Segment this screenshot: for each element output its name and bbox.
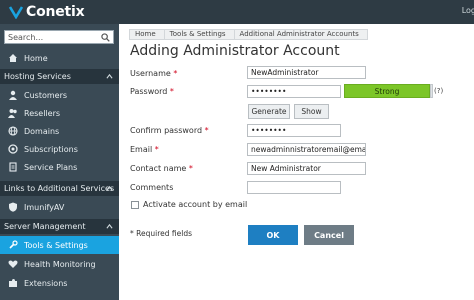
sidebar-item-label: ImunifyAV (24, 202, 65, 212)
subscription-icon (8, 144, 18, 154)
generate-button[interactable]: Generate (248, 104, 290, 119)
sidebar-item-domains[interactable]: Domains (0, 122, 119, 140)
sidebar-item-label: Customers (24, 90, 68, 100)
chevron-up-icon (106, 73, 113, 80)
section-label: Server Management (4, 222, 86, 231)
section-label: Links to Additional Services (4, 184, 115, 193)
sidebar-item-label: Home (24, 53, 48, 63)
shield-icon (8, 202, 18, 212)
comments-field[interactable] (247, 181, 341, 194)
sidebar-section-server-management[interactable]: Server Management (0, 219, 119, 234)
label-text: Contact name (130, 164, 187, 173)
password-label: Password * (130, 87, 174, 96)
contact-name-field[interactable]: New Administrator (247, 162, 366, 175)
activate-by-email-label[interactable]: Activate account by email (143, 200, 247, 209)
password-strength-meter: Strong (344, 84, 430, 98)
breadcrumb-item-current: Additional Administrator Accounts (233, 28, 368, 40)
required-fields-note: * Required fields (130, 229, 192, 238)
chevron-up-icon (106, 185, 113, 192)
required-star: * (169, 87, 174, 96)
email-field[interactable]: newadminnistratoremail@email.c (247, 143, 366, 156)
sidebar-item-label: Service Plans (24, 162, 78, 172)
cancel-button[interactable]: Cancel (304, 225, 354, 245)
label-text: Confirm password (130, 126, 203, 135)
globe-icon (8, 126, 18, 136)
strength-bar-remainder (430, 84, 433, 98)
user-icon (8, 90, 18, 100)
home-icon (8, 53, 18, 63)
brand-name: Conetix (26, 4, 85, 20)
required-star: * (204, 126, 209, 135)
sidebar-item-label: Health Monitoring (24, 259, 96, 269)
required-star: * (173, 69, 178, 78)
page-title: Adding Administrator Account (130, 43, 340, 59)
search-input[interactable] (8, 32, 100, 42)
sidebar-section-hosting-services[interactable]: Hosting Services (0, 69, 119, 84)
breadcrumb: Home Tools & Settings Additional Adminis… (129, 28, 368, 40)
sidebar-item-service-plans[interactable]: Service Plans (0, 158, 119, 176)
confirm-password-field[interactable]: •••••••• (247, 124, 341, 137)
contact-name-label: Contact name * (130, 164, 193, 173)
tools-icon (8, 240, 18, 250)
breadcrumb-item-home[interactable]: Home (129, 28, 165, 40)
show-button[interactable]: Show (294, 104, 329, 119)
required-star: * (188, 164, 193, 173)
sidebar-item-extensions[interactable]: Extensions (0, 274, 119, 292)
reseller-icon (8, 108, 18, 118)
email-label: Email * (130, 145, 159, 154)
sidebar-section-links[interactable]: Links to Additional Services (0, 181, 119, 196)
chevron-up-icon (106, 223, 113, 230)
logo-icon (8, 5, 24, 19)
sidebar-item-label: Tools & Settings (24, 240, 88, 250)
brand-logo[interactable]: Conetix (8, 3, 85, 21)
puzzle-icon (8, 278, 18, 288)
sidebar-item-health-monitoring[interactable]: Health Monitoring (0, 255, 119, 273)
label-text: Username (130, 69, 171, 78)
sidebar-item-resellers[interactable]: Resellers (0, 104, 119, 122)
breadcrumb-item-tools-settings[interactable]: Tools & Settings (163, 28, 235, 40)
main-content: Home Tools & Settings Additional Adminis… (119, 24, 474, 300)
label-text: Password (130, 87, 168, 96)
confirm-password-label: Confirm password * (130, 126, 209, 135)
sidebar: Home Hosting Services Customers Reseller… (0, 24, 119, 300)
sidebar-item-imunifyav[interactable]: ImunifyAV (0, 198, 119, 216)
username-field[interactable]: NewAdministrator (247, 66, 366, 79)
password-field[interactable]: •••••••• (247, 85, 341, 98)
sidebar-item-customers[interactable]: Customers (0, 86, 119, 104)
activate-by-email-checkbox[interactable] (131, 201, 139, 209)
username-label: Username * (130, 69, 177, 78)
heart-icon (8, 259, 18, 269)
sidebar-item-subscriptions[interactable]: Subscriptions (0, 140, 119, 158)
label-text: Email (130, 145, 153, 154)
sidebar-item-label: Extensions (24, 278, 68, 288)
section-label: Hosting Services (4, 72, 71, 81)
sidebar-item-label: Resellers (24, 108, 61, 118)
required-star: * (154, 145, 159, 154)
sidebar-item-label: Subscriptions (24, 144, 78, 154)
document-icon (8, 162, 18, 172)
strength-help-link[interactable]: (?) (434, 87, 443, 95)
sidebar-search[interactable] (4, 30, 114, 44)
sidebar-item-tools-settings[interactable]: Tools & Settings (0, 236, 119, 254)
comments-label: Comments (130, 183, 174, 192)
search-icon[interactable] (101, 33, 110, 42)
user-menu[interactable]: Log (462, 6, 474, 15)
sidebar-item-home[interactable]: Home (0, 49, 119, 67)
sidebar-item-label: Domains (24, 126, 60, 136)
top-bar: Conetix Log (0, 0, 474, 24)
ok-button[interactable]: OK (248, 225, 298, 245)
